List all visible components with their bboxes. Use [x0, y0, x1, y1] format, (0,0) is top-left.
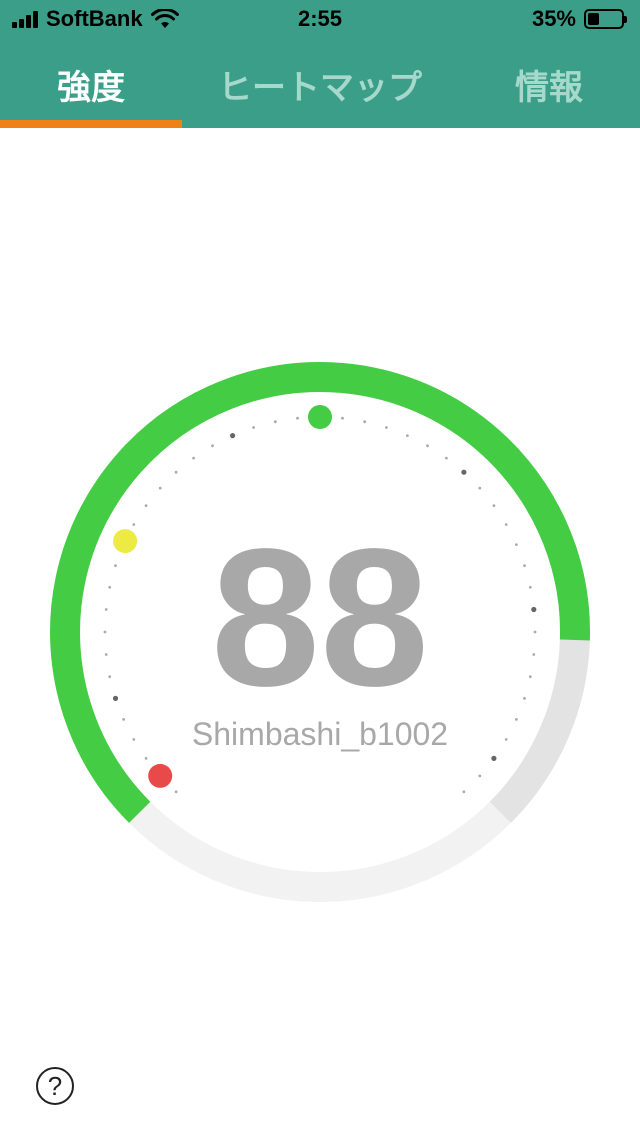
- gauge-tick-dot: [363, 420, 367, 424]
- gauge-track: [129, 801, 511, 902]
- gauge-tick-dot: [461, 469, 467, 475]
- gauge-tick-dot: [492, 504, 496, 507]
- gauge-tick-dot: [491, 755, 497, 762]
- gauge-tick-dot: [158, 486, 162, 490]
- gauge-tick-dot: [445, 456, 448, 460]
- gauge-tick-dot: [230, 433, 236, 439]
- signal-strength-value: 88: [210, 508, 429, 727]
- strength-marker-red: [148, 763, 173, 788]
- gauge-tick-dot: [252, 426, 256, 429]
- gauge-tick-dot: [426, 444, 429, 448]
- gauge-tick-dot: [462, 790, 466, 794]
- gauge-tick-dot: [174, 470, 178, 474]
- gauge-tick-dot: [174, 790, 178, 794]
- help-icon[interactable]: ?: [36, 1067, 74, 1105]
- gauge-tick-dot: [211, 444, 214, 448]
- gauge-tick-dot: [406, 434, 409, 437]
- gauge-tick-dot: [478, 486, 482, 490]
- gauge-tick-dot: [296, 416, 299, 420]
- app-screen: SoftBank 2:55 35% 強度 ヒートマップ 情報 88 Shimba…: [0, 0, 640, 1136]
- gauge-tick-dot: [192, 456, 196, 460]
- gauge-tick-dot: [385, 426, 388, 429]
- gauge-tick-dot: [341, 416, 344, 420]
- gauge-tick-dot: [144, 504, 148, 507]
- gauge-tick-dot: [478, 774, 482, 778]
- strength-marker-green: [308, 405, 332, 429]
- gauge-tick-dot: [273, 420, 277, 424]
- network-ssid: Shimbashi_b1002: [191, 716, 449, 752]
- gauge-tick-dot: [144, 757, 148, 760]
